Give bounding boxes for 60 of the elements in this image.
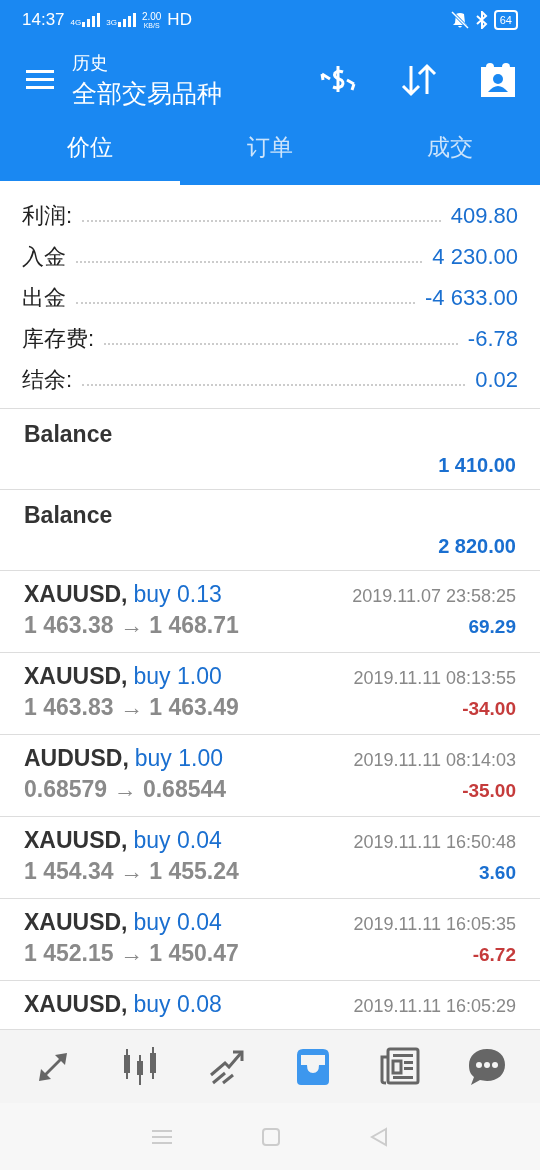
balance-title: Balance: [24, 502, 114, 529]
summary-value: 409.80: [450, 202, 518, 229]
trade-symbol: XAUUSD,: [24, 991, 128, 1018]
trade-symbol: AUDUSD,: [24, 745, 129, 772]
menu-icon[interactable]: [26, 70, 54, 90]
trade-prices: 1 463.83 → 1 463.49: [24, 694, 239, 721]
trade-time: 2019.11.11 16:05:35: [353, 914, 516, 935]
trade-action: buy 0.08: [133, 991, 222, 1018]
tab[interactable]: 订单: [180, 120, 360, 185]
trade-action: buy 0.04: [133, 909, 222, 936]
trade-prices: 0.68579 → 0.68544: [24, 776, 227, 803]
network-label: 3G: [106, 19, 117, 27]
trade-symbol: XAUUSD,: [24, 581, 128, 608]
balance-title: Balance: [24, 421, 114, 448]
mute-icon: [449, 11, 470, 29]
trade-time: 2019.11.11 16:05:29: [353, 996, 516, 1017]
trade-symbol: XAUUSD,: [24, 827, 128, 854]
summary-label: 利润:: [22, 201, 73, 230]
signal-icon: [117, 13, 136, 27]
bluetooth-icon: [475, 11, 488, 29]
tab[interactable]: 成交: [360, 120, 540, 185]
contact-card-icon[interactable]: [480, 62, 516, 98]
trade-time: 2019.11.11 08:13:55: [353, 668, 516, 689]
trade-action: buy 0.04: [133, 827, 222, 854]
summary-value: 4 230.00: [432, 243, 518, 270]
trade-profit: 69.29: [468, 616, 516, 638]
trade-time: 2019.11.07 23:58:25: [352, 586, 516, 607]
speed-value: 2.00: [141, 11, 162, 22]
trade-symbol: XAUUSD,: [24, 663, 128, 690]
clock: 14:37: [22, 10, 65, 30]
trade-profit: -34.00: [462, 698, 516, 720]
summary-value: 0.02: [475, 366, 518, 393]
trade-action: buy 1.00: [133, 663, 222, 690]
trade-time: 2019.11.11 08:14:03: [353, 750, 516, 771]
trade-symbol: XAUUSD,: [24, 909, 128, 936]
signal-icon: [82, 13, 101, 27]
battery-indicator: 64: [493, 10, 518, 30]
summary-label: 入金: [22, 242, 66, 271]
header-title[interactable]: 全部交易品种: [72, 76, 222, 110]
summary-value: -6.78: [467, 325, 518, 352]
balance-amount: 1 410.00: [438, 454, 516, 477]
header-subtitle: 历史: [72, 51, 109, 75]
hd-label: HD: [167, 10, 192, 30]
tab[interactable]: 价位: [0, 120, 180, 185]
summary-label: 结余:: [22, 365, 73, 394]
trade-prices: 1 463.38 → 1 468.71: [24, 612, 239, 639]
trade-profit: -6.72: [472, 944, 516, 966]
network-label: 4G: [70, 19, 82, 27]
summary-label: 出金: [22, 283, 66, 312]
trade-prices: 1 452.15 → 1 450.47: [24, 940, 239, 967]
summary-value: -4 633.00: [425, 284, 518, 311]
trade-time: 2019.11.11 16:50:48: [353, 832, 516, 853]
balance-amount: 2 820.00: [438, 535, 516, 558]
summary-label: 库存费:: [22, 324, 95, 353]
trade-profit: 3.60: [479, 862, 516, 884]
trade-prices: 1 454.34 → 1 455.24: [24, 858, 239, 885]
trade-action: buy 0.13: [133, 581, 222, 608]
trade-action: buy 1.00: [134, 745, 224, 772]
sort-icon[interactable]: [400, 62, 438, 98]
trade-profit: -35.00: [462, 780, 516, 802]
